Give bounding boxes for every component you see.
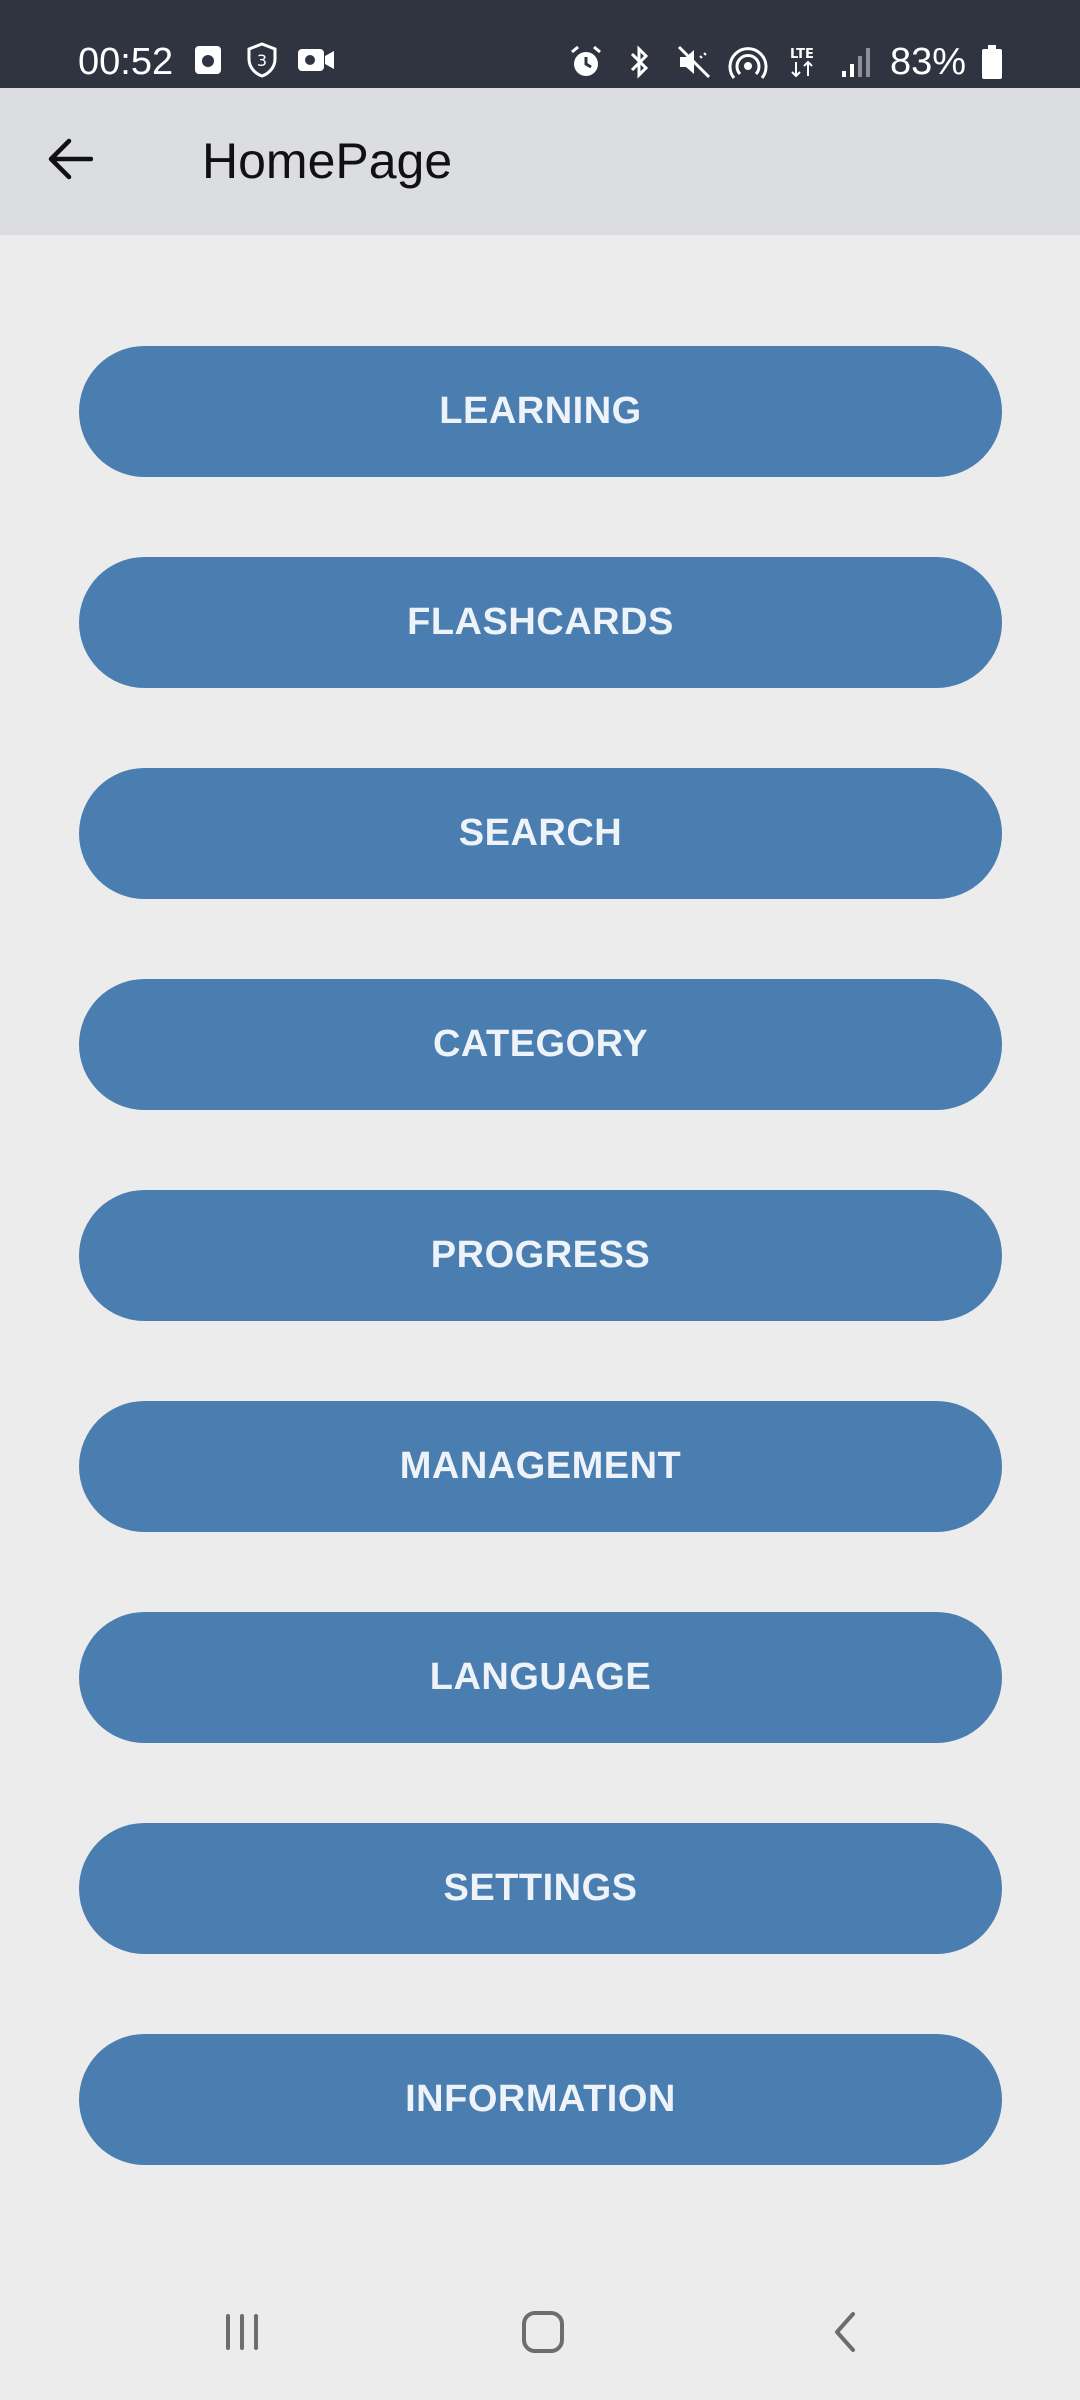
status-left-icons: 3 [188, 40, 336, 80]
recent-apps-icon [220, 2310, 264, 2359]
signal-icon [836, 42, 876, 82]
screen: 00:52 3 LTE 83% HomePage LEARNING FLASHC… [0, 0, 1080, 2400]
lte-icon: LTE [782, 42, 822, 82]
home-button[interactable] [498, 2294, 588, 2374]
system-back-button[interactable] [800, 2294, 890, 2374]
bluetooth-icon [620, 42, 660, 82]
alarm-icon [566, 42, 606, 82]
page-title: HomePage [202, 133, 453, 189]
recent-apps-button[interactable] [197, 2294, 287, 2374]
management-button[interactable]: MANAGEMENT [79, 1401, 1002, 1532]
flashcards-button[interactable]: FLASHCARDS [79, 557, 1002, 688]
language-button[interactable]: LANGUAGE [79, 1612, 1002, 1743]
system-nav-bar [0, 2270, 1080, 2400]
status-right: LTE 83% [566, 36, 1004, 88]
status-bar: 00:52 3 LTE 83% [0, 0, 1080, 88]
home-icon [519, 2308, 567, 2361]
video-icon [296, 40, 336, 80]
back-button[interactable] [30, 126, 110, 196]
svg-text:3: 3 [257, 51, 267, 70]
arrow-left-icon [47, 138, 94, 185]
main-menu: LEARNING FLASHCARDS SEARCH CATEGORY PROG… [79, 346, 1002, 2245]
learning-button[interactable]: LEARNING [79, 346, 1002, 477]
status-time: 00:52 [78, 41, 174, 83]
battery-percentage: 83% [889, 41, 966, 83]
progress-button[interactable]: PROGRESS [79, 1190, 1002, 1321]
calendar-icon [188, 40, 228, 80]
information-button[interactable]: INFORMATION [79, 2034, 1002, 2165]
shield-3-icon: 3 [242, 40, 282, 80]
mute-icon [674, 42, 714, 82]
app-bar: HomePage [0, 88, 1080, 235]
back-icon [825, 2308, 865, 2361]
search-button[interactable]: SEARCH [79, 768, 1002, 899]
hotspot-icon [728, 42, 768, 82]
category-button[interactable]: CATEGORY [79, 979, 1002, 1110]
settings-button[interactable]: SETTINGS [79, 1823, 1002, 1954]
battery-icon [980, 42, 1004, 82]
svg-text:LTE: LTE [790, 47, 814, 62]
